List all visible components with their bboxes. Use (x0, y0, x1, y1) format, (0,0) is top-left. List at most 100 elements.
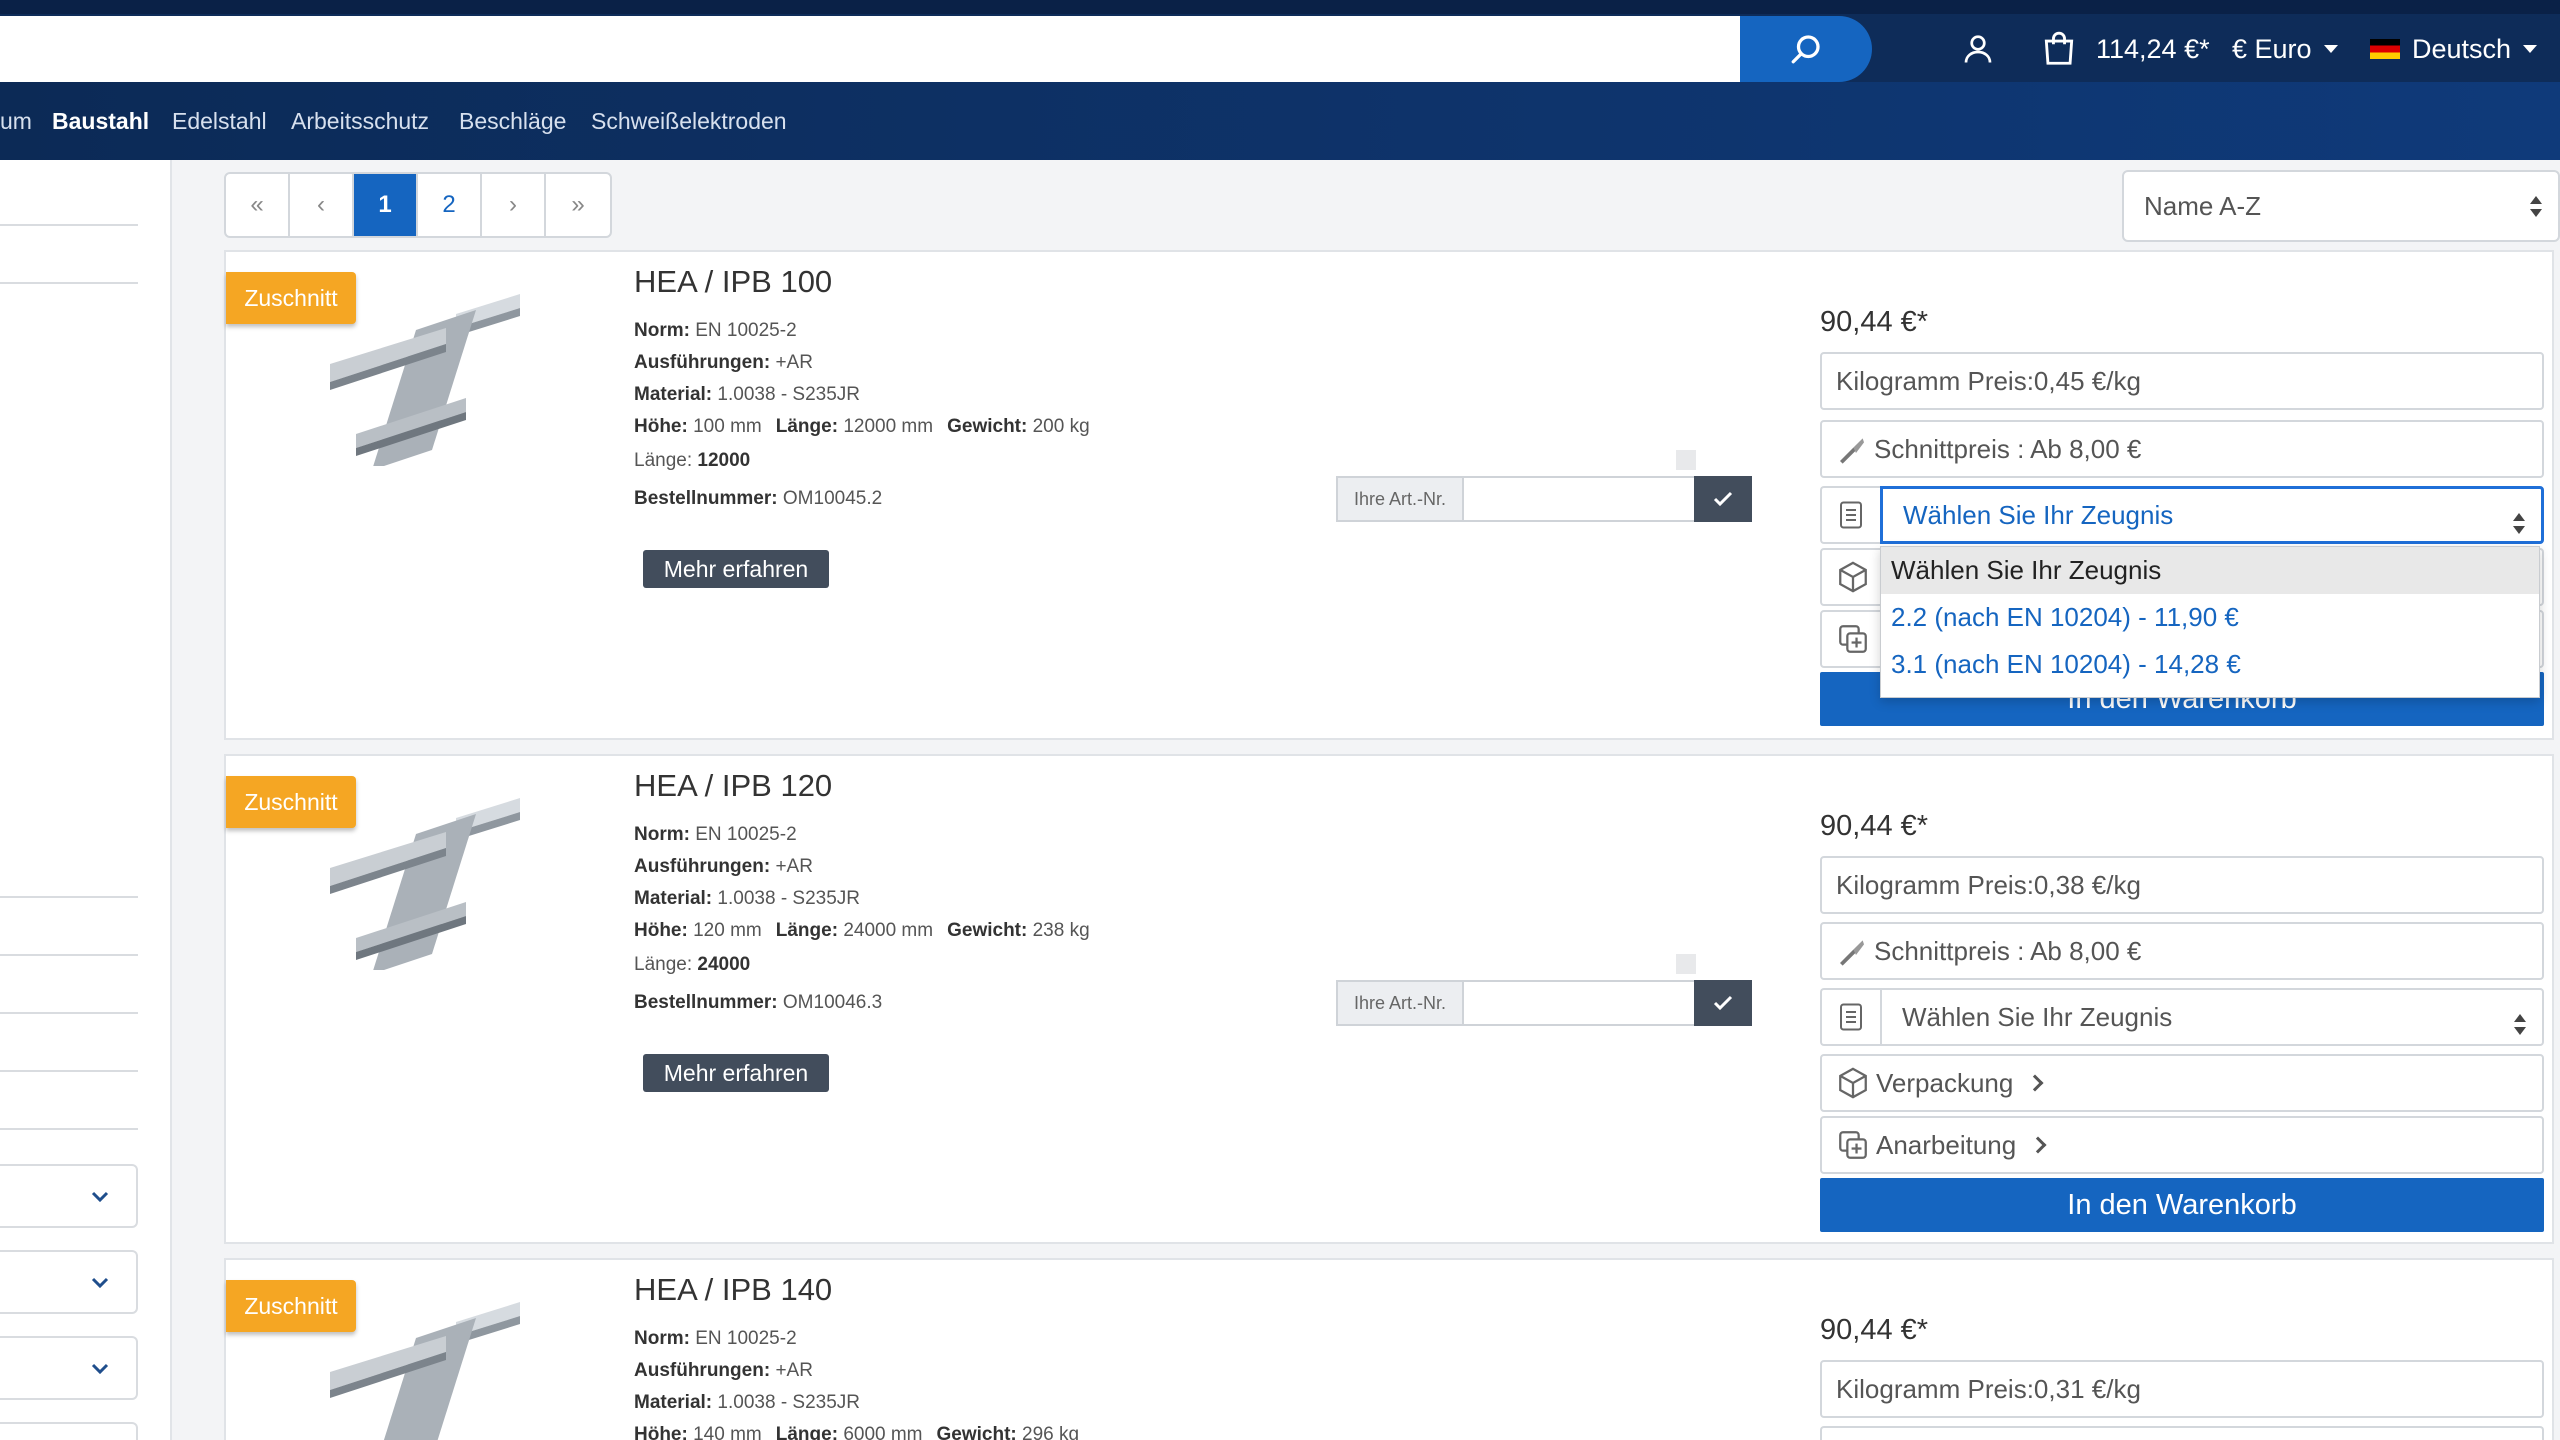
cart-button[interactable]: 114,24 €* (2040, 16, 2210, 82)
nav-item-schweisselektroden[interactable]: Schweißelektroden (591, 82, 787, 160)
document-icon-box (1820, 988, 1880, 1046)
user-icon (1964, 35, 1992, 63)
prev-page-button[interactable]: ‹ (290, 174, 354, 236)
artnr-label: Ihre Art.-Nr. (1336, 476, 1464, 522)
mehr-erfahren-button[interactable]: Mehr erfahren (643, 550, 829, 588)
search-icon (1791, 35, 1820, 64)
currency-label: € Euro (2232, 33, 2312, 64)
page-1-button[interactable]: 1 (354, 174, 418, 236)
steel-beam-image (330, 1302, 520, 1440)
sidebar-filter-select[interactable] (0, 1164, 138, 1228)
zeugnis-dropdown-list: Wählen Sie Ihr Zeugnis 2.2 (nach EN 1020… (1880, 546, 2540, 698)
sort-select-value: Name A-Z (2144, 190, 2262, 221)
zeugnis-select[interactable]: Wählen Sie Ihr Zeugnis (1880, 988, 2544, 1046)
spec-material: Material: 1.0038 - S235JR (634, 384, 861, 405)
schnittpreis-field: Schnittpreis : Ab 8,00 € (1820, 922, 2544, 980)
next-page-button[interactable]: › (482, 174, 546, 236)
artnr-label: Ihre Art.-Nr. (1336, 980, 1464, 1026)
currency-selector[interactable]: € Euro (2232, 16, 2338, 82)
spec-norm: Norm: EN 10025-2 (634, 1328, 797, 1349)
nav-item-edelstahl[interactable]: Edelstahl (172, 82, 267, 160)
spec-laenge: Länge: 24000 (634, 954, 751, 975)
last-page-button[interactable]: » (546, 174, 610, 236)
chevron-down-icon (2323, 45, 2338, 53)
check-icon (1713, 995, 1733, 1011)
sidebar-filter-select[interactable] (0, 1250, 138, 1314)
account-button[interactable] (1960, 16, 1996, 82)
product-title: HEA / IPB 140 (634, 1272, 833, 1307)
sort-select[interactable]: Name A-Z (2122, 170, 2560, 242)
anarbeitung-label: Anarbeitung (1876, 1129, 2017, 1160)
spec-dimensions: Höhe: 140 mm Länge: 6000 mm Gewicht: 296 k… (634, 1424, 1080, 1440)
artnr-input[interactable] (1464, 476, 1694, 522)
sidebar-divider (0, 1128, 138, 1130)
chevron-down-icon (91, 1277, 109, 1289)
kg-price-field: Kilogramm Preis:0,31 €/kg (1820, 1360, 2544, 1418)
verpackung-label: Verpackung (1876, 1067, 2014, 1098)
compare-checkbox[interactable] (1676, 954, 1696, 974)
product-card: Zuschnitt HEA / IPB 120 Norm: EN 10025-2… (224, 754, 2554, 1244)
nav-item-baustahl[interactable]: Baustahl (52, 82, 149, 160)
first-page-button[interactable]: « (226, 174, 290, 236)
spec-material: Material: 1.0038 - S235JR (634, 888, 861, 909)
nav-item-arbeitsschutz[interactable]: Arbeitsschutz (291, 82, 429, 160)
steel-beam-image (330, 798, 520, 970)
pagination: « ‹ 1 2 › » (224, 172, 612, 238)
add-document-icon (1839, 625, 1867, 653)
zeugnis-option[interactable]: 3.1 (nach EN 10204) - 14,28 € (1881, 641, 2539, 688)
language-label: Deutsch (2412, 33, 2512, 64)
knife-icon (1840, 940, 1864, 966)
spec-bestellnummer: Bestellnummer: OM10046.3 (634, 992, 883, 1013)
verpackung-row[interactable]: Verpackung (1820, 1054, 2544, 1112)
zeugnis-option[interactable]: Wählen Sie Ihr Zeugnis (1881, 547, 2539, 594)
knife-icon (1840, 438, 1864, 464)
spec-dimensions: Höhe: 120 mm Länge: 24000 mm Gewicht: 238 … (634, 920, 1090, 941)
cart-total: 114,24 €* (2096, 33, 2210, 64)
search-button[interactable] (1740, 16, 1872, 82)
artnr-input[interactable] (1464, 980, 1694, 1026)
spec-ausfuehrungen: Ausführungen: +AR (634, 1360, 813, 1381)
spec-norm: Norm: EN 10025-2 (634, 320, 797, 341)
language-selector[interactable]: Deutsch (2370, 16, 2538, 82)
nav-item-partial[interactable]: um (0, 82, 32, 160)
german-flag-icon (2370, 39, 2400, 59)
spec-laenge: Länge: 12000 (634, 450, 751, 471)
product-price: 90,44 €* (1820, 1314, 1929, 1346)
product-card: Zuschnitt HEA / IPB 140 Norm: EN 10025-2… (224, 1258, 2554, 1440)
shopping-bag-icon (2044, 31, 2074, 65)
product-title: HEA / IPB 100 (634, 264, 833, 299)
zeugnis-row: Wählen Sie Ihr Zeugnis (1820, 486, 2544, 544)
kg-price-field: Kilogramm Preis:0,38 €/kg (1820, 856, 2544, 914)
add-to-cart-button[interactable]: In den Warenkorb (1820, 1178, 2544, 1232)
schnittpreis-field (1820, 1426, 2544, 1440)
sidebar-divider (0, 282, 138, 284)
zeugnis-row: Wählen Sie Ihr Zeugnis (1820, 988, 2544, 1046)
zeugnis-select[interactable]: Wählen Sie Ihr Zeugnis (1880, 486, 2544, 544)
spec-ausfuehrungen: Ausführungen: +AR (634, 352, 813, 373)
artnr-confirm-button[interactable] (1694, 476, 1752, 522)
sidebar-filter-select[interactable] (0, 1422, 138, 1440)
artnr-confirm-button[interactable] (1694, 980, 1752, 1026)
check-icon (1713, 491, 1733, 507)
compare-checkbox[interactable] (1676, 450, 1696, 470)
product-title: HEA / IPB 120 (634, 768, 833, 803)
zeugnis-option[interactable]: 2.2 (nach EN 10204) - 11,90 € (1881, 594, 2539, 641)
search-input[interactable] (0, 16, 1740, 82)
mehr-erfahren-button[interactable]: Mehr erfahren (643, 1054, 829, 1092)
steel-beam-image (330, 294, 520, 466)
product-price: 90,44 €* (1820, 810, 1929, 842)
header-top-strip (0, 0, 2560, 14)
page-2-button[interactable]: 2 (418, 174, 482, 236)
spec-material: Material: 1.0038 - S235JR (634, 1392, 861, 1413)
sidebar-divider (0, 954, 138, 956)
schnittpreis-field: Schnittpreis : Ab 8,00 € (1820, 420, 2544, 478)
spec-dimensions: Höhe: 100 mm Länge: 12000 mm Gewicht: 200 … (634, 416, 1090, 437)
nav-item-beschlaege[interactable]: Beschläge (459, 82, 566, 160)
anarbeitung-row[interactable]: Anarbeitung (1820, 1116, 2544, 1174)
chevron-down-icon (91, 1363, 109, 1375)
filter-sidebar (0, 160, 172, 1440)
kg-price-field: Kilogramm Preis:0,45 €/kg (1820, 352, 2544, 410)
spec-norm: Norm: EN 10025-2 (634, 824, 797, 845)
sidebar-filter-select[interactable] (0, 1336, 138, 1400)
sidebar-divider (0, 1070, 138, 1072)
